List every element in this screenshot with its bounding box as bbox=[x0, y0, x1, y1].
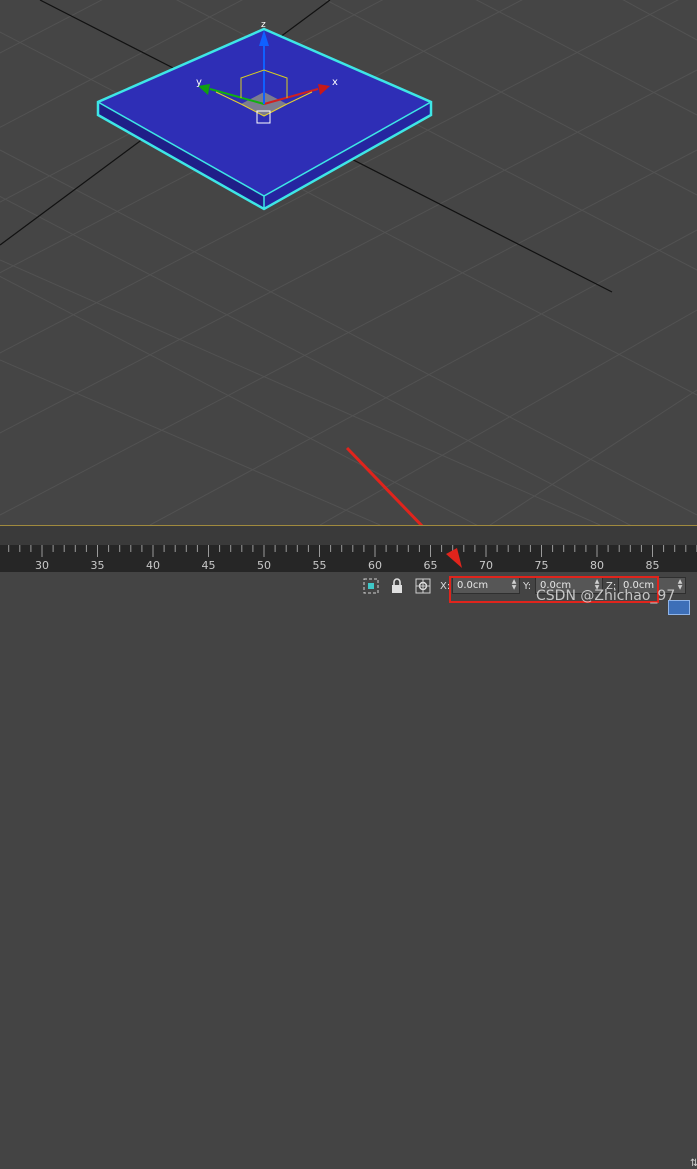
ruler-tick-label: 30 bbox=[35, 559, 49, 572]
ruler-tick-label: 80 bbox=[590, 559, 604, 572]
z-spin-down[interactable]: ▼ bbox=[677, 585, 683, 591]
x-coord-field[interactable]: 0.0cm ▲ ▼ bbox=[452, 577, 520, 594]
ruler-tick-label: 75 bbox=[534, 559, 549, 572]
transform-mode-icon[interactable] bbox=[414, 577, 432, 595]
annotation-arrow bbox=[345, 446, 424, 525]
ruler-tick-label: 35 bbox=[90, 559, 105, 572]
lock-icon[interactable] bbox=[388, 577, 406, 595]
x-spinner[interactable]: ▲ ▼ bbox=[511, 579, 517, 592]
ruler-tick-label: 55 bbox=[312, 559, 327, 572]
viewcube-icon[interactable] bbox=[668, 600, 690, 615]
ruler-tick-label: 70 bbox=[479, 559, 493, 572]
y-coord-label: Y: bbox=[523, 581, 532, 592]
gizmo-x-label: x bbox=[332, 77, 338, 88]
z-spinner[interactable]: ▲ ▼ bbox=[677, 579, 683, 592]
x-spin-down[interactable]: ▼ bbox=[511, 585, 517, 591]
ruler-tick-label: 65 bbox=[423, 559, 438, 572]
x-coord-value: 0.0cm bbox=[457, 580, 489, 591]
ruler-tick-label: 60 bbox=[368, 559, 382, 572]
extra-control-icon[interactable]: ⇅ bbox=[690, 1158, 697, 1169]
x-coord-label: X: bbox=[440, 581, 451, 592]
viewport-canvas[interactable]: x y z bbox=[0, 0, 697, 525]
selection-region-icon[interactable] bbox=[362, 577, 380, 595]
ruler-tick-label: 50 bbox=[257, 559, 271, 572]
perspective-viewport[interactable]: x y z bbox=[0, 0, 697, 525]
gizmo-y-label: y bbox=[196, 77, 202, 88]
ruler-tick-label: 45 bbox=[201, 559, 216, 572]
gizmo-z-label: z bbox=[261, 20, 266, 30]
ruler-tick-label: 85 bbox=[645, 559, 660, 572]
watermark: CSDN @Zhichao_97 bbox=[536, 588, 676, 604]
track-bar[interactable] bbox=[0, 525, 697, 546]
ruler-tick-label: 40 bbox=[146, 559, 160, 572]
timeline-ruler[interactable]: 30 35 40 45 50 55 60 65 70 75 80 85 bbox=[0, 545, 697, 572]
